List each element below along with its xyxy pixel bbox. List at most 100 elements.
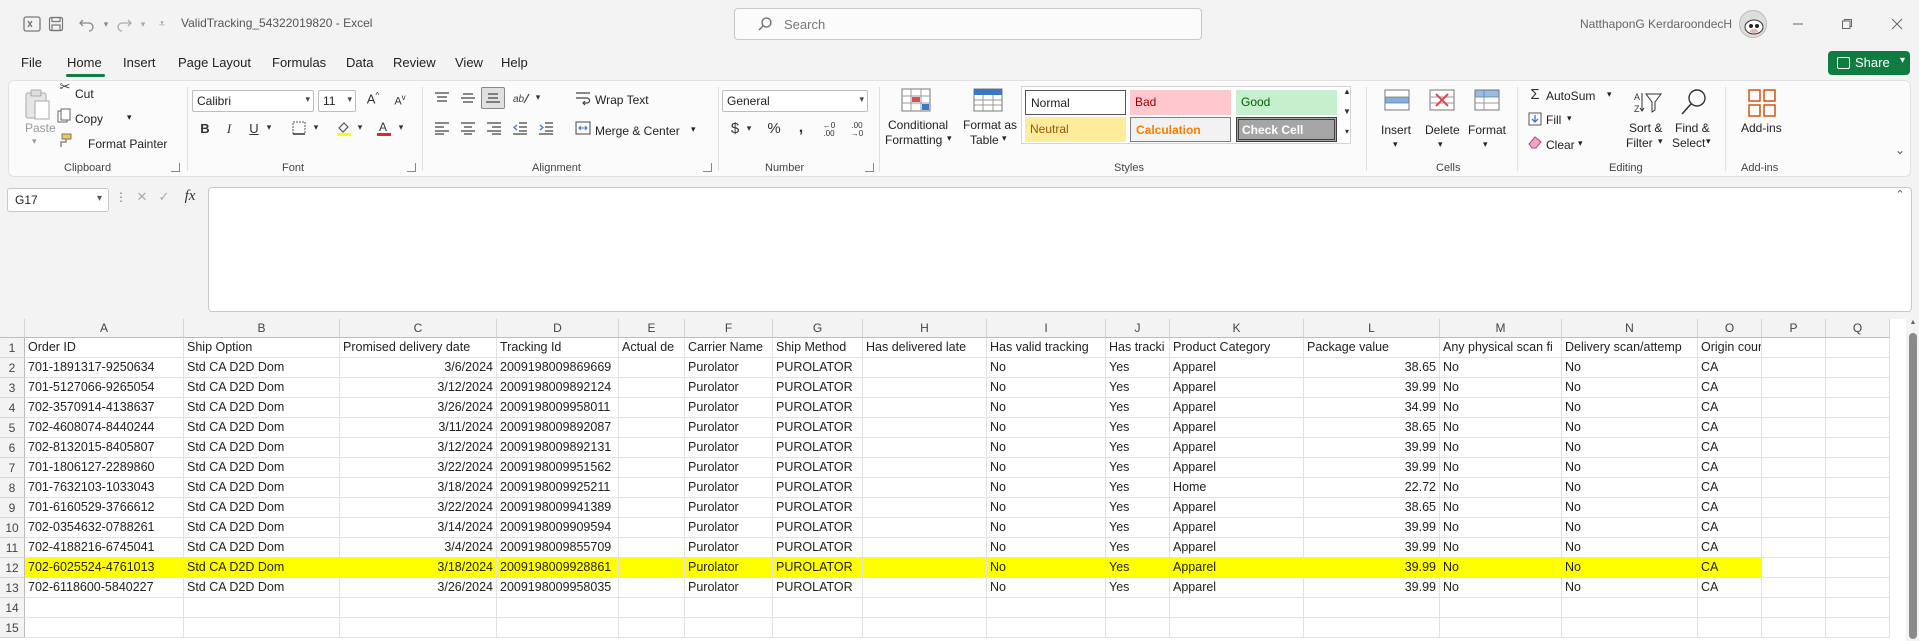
table-cell[interactable]: Yes: [1106, 398, 1170, 418]
table-cell[interactable]: [1762, 498, 1826, 518]
header-cell[interactable]: Origin country: [1698, 338, 1762, 358]
conditional-formatting-line1[interactable]: Conditional: [888, 118, 948, 132]
increase-indent-icon[interactable]: [537, 121, 555, 138]
table-cell[interactable]: [619, 438, 685, 458]
table-cell[interactable]: 34.99: [1304, 398, 1440, 418]
cut-button[interactable]: Cut: [75, 87, 94, 101]
table-cell[interactable]: Yes: [1106, 538, 1170, 558]
column-header-k[interactable]: K: [1170, 319, 1304, 338]
table-cell[interactable]: Yes: [1106, 438, 1170, 458]
column-header-q[interactable]: Q: [1826, 319, 1890, 338]
table-cell[interactable]: PUROLATOR: [773, 518, 863, 538]
table-cell[interactable]: [863, 478, 987, 498]
conditional-formatting-line2[interactable]: Formatting: [885, 133, 942, 147]
row-header[interactable]: 13: [0, 578, 25, 598]
table-cell[interactable]: 38.65: [1304, 498, 1440, 518]
scroll-up-icon[interactable]: ▲: [1908, 319, 1918, 326]
table-cell[interactable]: CA: [1698, 458, 1762, 478]
table-cell[interactable]: No: [987, 418, 1106, 438]
avatar[interactable]: [1739, 10, 1767, 38]
align-left-icon[interactable]: [433, 121, 451, 138]
table-cell[interactable]: Std CA D2D Dom: [184, 458, 340, 478]
table-cell[interactable]: Std CA D2D Dom: [184, 438, 340, 458]
shrink-font-icon[interactable]: Av: [391, 93, 409, 108]
table-cell[interactable]: Apparel: [1170, 538, 1304, 558]
scrollbar-thumb[interactable]: [1909, 333, 1917, 639]
menu-page-layout[interactable]: Page Layout: [178, 55, 251, 70]
style-bad[interactable]: Bad: [1130, 90, 1231, 115]
table-cell[interactable]: No: [1562, 438, 1698, 458]
table-cell[interactable]: [1826, 578, 1890, 598]
borders-dropdown-icon[interactable]: ▾: [311, 122, 321, 133]
table-cell[interactable]: Apparel: [1170, 518, 1304, 538]
empty-cell[interactable]: [1762, 618, 1826, 638]
table-cell[interactable]: 39.99: [1304, 558, 1440, 578]
table-cell[interactable]: 702-6118600-5840227: [25, 578, 184, 598]
header-cell[interactable]: Ship Method: [773, 338, 863, 358]
table-cell[interactable]: No: [1562, 358, 1698, 378]
column-header-e[interactable]: E: [619, 319, 685, 338]
table-cell[interactable]: 3/11/2024: [340, 418, 497, 438]
insert-cells-icon[interactable]: [1382, 88, 1412, 114]
more-options-icon[interactable]: ⋮: [115, 190, 127, 204]
table-cell[interactable]: No: [1562, 398, 1698, 418]
table-cell[interactable]: 702-0354632-0788261: [25, 518, 184, 538]
table-cell[interactable]: [1762, 558, 1826, 578]
cancel-entry-icon[interactable]: ✕: [134, 189, 150, 205]
header-cell[interactable]: Any physical scan fi: [1440, 338, 1562, 358]
number-launcher-icon[interactable]: [865, 163, 874, 172]
gallery-scroll-up-icon[interactable]: ▲: [1342, 87, 1352, 105]
font-size-select[interactable]: 11 ▾: [318, 90, 356, 112]
empty-cell[interactable]: [1304, 618, 1440, 638]
table-cell[interactable]: No: [987, 438, 1106, 458]
menu-help[interactable]: Help: [501, 55, 528, 70]
paste-icon[interactable]: [22, 89, 52, 121]
align-middle-icon[interactable]: [459, 91, 477, 108]
worksheet-grid[interactable]: ▲ A B C D E F G H I J K L M N O P Q 1 Order ID Ship Option P…: [0, 319, 1919, 641]
table-cell[interactable]: CA: [1698, 558, 1762, 578]
table-cell[interactable]: [619, 538, 685, 558]
table-cell[interactable]: 701-5127066-9265054: [25, 378, 184, 398]
copy-icon[interactable]: [56, 108, 72, 124]
table-cell[interactable]: [1826, 518, 1890, 538]
column-header-n[interactable]: N: [1562, 319, 1698, 338]
fill-color-icon[interactable]: [335, 119, 353, 140]
table-cell[interactable]: Apparel: [1170, 398, 1304, 418]
table-cell[interactable]: 2009198009855709: [497, 538, 619, 558]
underline-icon[interactable]: U: [246, 121, 262, 136]
table-cell[interactable]: 3/18/2024: [340, 558, 497, 578]
table-cell[interactable]: No: [987, 538, 1106, 558]
table-cell[interactable]: Purolator: [685, 518, 773, 538]
empty-cell[interactable]: [619, 598, 685, 618]
table-cell[interactable]: No: [1440, 478, 1562, 498]
merge-center-icon[interactable]: [574, 121, 592, 138]
table-cell[interactable]: Purolator: [685, 398, 773, 418]
empty-cell[interactable]: [1440, 598, 1562, 618]
table-cell[interactable]: 2009198009892087: [497, 418, 619, 438]
format-as-table-line2[interactable]: Table: [970, 133, 999, 147]
table-cell[interactable]: PUROLATOR: [773, 398, 863, 418]
empty-cell[interactable]: [863, 618, 987, 638]
table-cell[interactable]: No: [1440, 518, 1562, 538]
row-header[interactable]: 6: [0, 438, 25, 458]
grow-font-icon[interactable]: A^: [364, 91, 382, 106]
sort-filter-icon[interactable]: AZ: [1633, 89, 1663, 117]
table-cell[interactable]: Apparel: [1170, 438, 1304, 458]
table-cell[interactable]: Yes: [1106, 578, 1170, 598]
table-cell[interactable]: No: [1562, 578, 1698, 598]
find-select-line1[interactable]: Find &: [1675, 121, 1710, 135]
empty-cell[interactable]: [25, 618, 184, 638]
table-cell[interactable]: PUROLATOR: [773, 378, 863, 398]
bold-icon[interactable]: B: [197, 121, 213, 136]
table-cell[interactable]: Yes: [1106, 358, 1170, 378]
empty-cell[interactable]: [1106, 618, 1170, 638]
table-cell[interactable]: Std CA D2D Dom: [184, 378, 340, 398]
format-table-dropdown-icon[interactable]: ▾: [1002, 133, 1007, 144]
table-cell[interactable]: Std CA D2D Dom: [184, 358, 340, 378]
column-header-o[interactable]: O: [1698, 319, 1762, 338]
table-cell[interactable]: [619, 478, 685, 498]
table-cell[interactable]: [863, 378, 987, 398]
style-good[interactable]: Good: [1236, 90, 1337, 115]
table-cell[interactable]: Std CA D2D Dom: [184, 478, 340, 498]
style-calculation[interactable]: Calculation: [1130, 117, 1231, 142]
